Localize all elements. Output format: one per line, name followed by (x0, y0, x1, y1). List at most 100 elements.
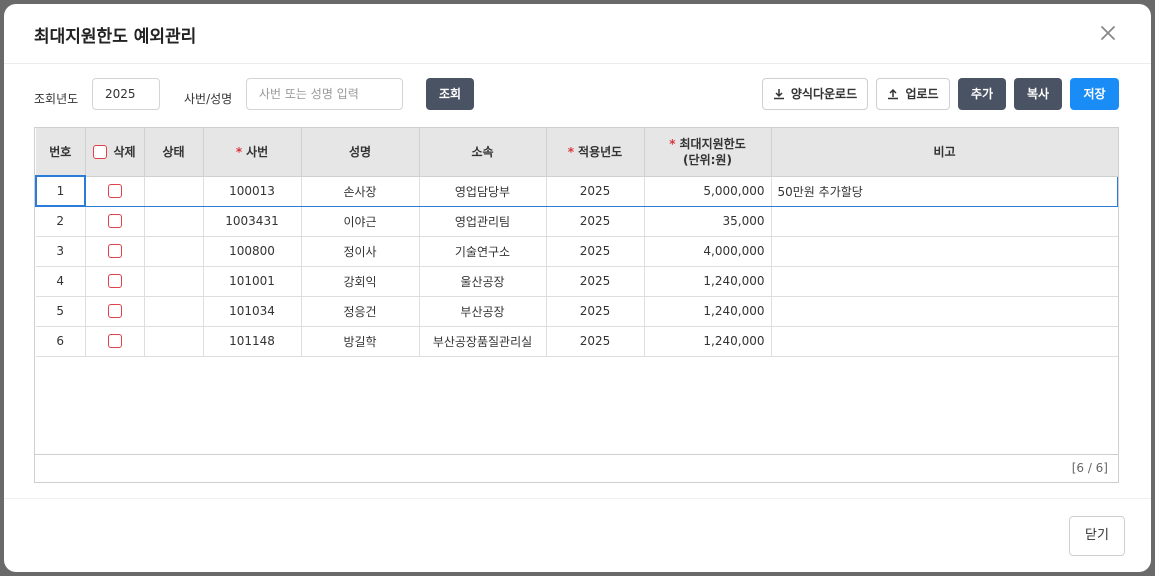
exception-modal: 최대지원한도 예외관리 조회년도 사번/성명 조회 양식다운로드 업로드 추가 … (4, 4, 1151, 572)
row-delete-checkbox[interactable] (107, 214, 122, 229)
cell-status[interactable] (144, 326, 204, 357)
cell-note[interactable] (771, 296, 1118, 327)
cell-delete[interactable] (85, 266, 145, 297)
cell-name[interactable]: 정응건 (301, 296, 420, 327)
cell-year[interactable]: 2025 (546, 296, 645, 327)
cell-limit[interactable]: 4,000,000 (644, 236, 772, 267)
cell-delete[interactable] (85, 236, 145, 267)
close-icon[interactable] (1095, 20, 1121, 46)
cell-no[interactable]: 6 (36, 326, 86, 357)
table-row[interactable]: 1 100013 손사장 영업담당부 2025 5,000,000 50만원 추… (35, 175, 1118, 207)
cell-no[interactable]: 2 (36, 206, 86, 237)
table-row[interactable]: 6 101148 방길학 부산공장품질관리실 2025 1,240,000 (36, 326, 1118, 357)
cell-name[interactable]: 이야근 (301, 206, 420, 237)
cell-dept[interactable]: 부산공장 (419, 296, 547, 327)
cell-note[interactable] (771, 236, 1118, 267)
exception-grid: 번호 삭제 상태 * 사번 성명 소속 * 적용년도 * 최대지원한도 (단위:… (34, 127, 1119, 483)
upload-button[interactable]: 업로드 (876, 78, 950, 110)
cell-year[interactable]: 2025 (546, 206, 645, 237)
cell-emp-no[interactable]: 1003431 (203, 206, 302, 237)
cell-dept[interactable]: 기술연구소 (419, 236, 547, 267)
year-label: 조회년도 (34, 92, 79, 106)
cell-name[interactable]: 방길학 (301, 326, 420, 357)
cell-delete[interactable] (85, 326, 145, 357)
cell-status[interactable] (144, 296, 204, 327)
required-mark: * (567, 144, 575, 159)
modal-title: 최대지원한도 예외관리 (34, 27, 197, 47)
row-delete-checkbox[interactable] (107, 334, 122, 349)
cell-status[interactable] (144, 266, 204, 297)
save-button[interactable]: 저장 (1070, 78, 1119, 110)
row-delete-checkbox[interactable] (107, 304, 122, 319)
cell-delete[interactable] (85, 206, 145, 237)
cell-note[interactable]: 50만원 추가할당 (771, 175, 1118, 207)
employee-label: 사번/성명 (184, 92, 233, 106)
close-button[interactable]: 닫기 (1069, 516, 1125, 556)
cell-name[interactable]: 정이사 (301, 236, 420, 267)
cell-emp-no[interactable]: 100800 (203, 236, 302, 267)
cell-no[interactable]: 5 (36, 296, 86, 327)
cell-limit[interactable]: 1,240,000 (644, 266, 772, 297)
table-row[interactable]: 3 100800 정이사 기술연구소 2025 4,000,000 (36, 236, 1118, 267)
select-all-checkbox[interactable] (93, 144, 108, 159)
upload-icon (888, 88, 899, 100)
add-button[interactable]: 추가 (958, 78, 1006, 110)
col-header-apply-year-label: 적용년도 (578, 144, 623, 159)
cell-limit[interactable]: 1,240,000 (644, 326, 772, 357)
cell-dept[interactable]: 영업관리팀 (419, 206, 547, 237)
table-row[interactable]: 4 101001 강회익 울산공장 2025 1,240,000 (36, 266, 1118, 297)
col-header-max-limit-unit: (단위:원) (683, 152, 732, 167)
cell-year[interactable]: 2025 (546, 175, 645, 207)
cell-name[interactable]: 손사장 (301, 175, 420, 207)
cell-emp-no[interactable]: 100013 (203, 175, 302, 207)
col-header-dept: 소속 (419, 128, 547, 177)
copy-button[interactable]: 복사 (1014, 78, 1062, 110)
cell-year[interactable]: 2025 (546, 236, 645, 267)
cell-name[interactable]: 강회익 (301, 266, 420, 297)
cell-note[interactable] (771, 326, 1118, 357)
exception-table: 번호 삭제 상태 * 사번 성명 소속 * 적용년도 * 최대지원한도 (단위:… (35, 128, 1118, 357)
template-download-button[interactable]: 양식다운로드 (762, 78, 868, 110)
cell-year[interactable]: 2025 (546, 266, 645, 297)
col-header-name: 성명 (301, 128, 420, 177)
cell-status[interactable] (144, 236, 204, 267)
cell-emp-no[interactable]: 101034 (203, 296, 302, 327)
cell-note[interactable] (771, 266, 1118, 297)
cell-status[interactable] (144, 175, 204, 207)
template-download-label: 양식다운로드 (790, 87, 858, 101)
required-mark: * (235, 144, 243, 159)
cell-delete[interactable] (85, 175, 145, 207)
table-row[interactable]: 2 1003431 이야근 영업관리팀 2025 35,000 (36, 206, 1118, 237)
cell-limit[interactable]: 35,000 (644, 206, 772, 237)
cell-emp-no[interactable]: 101148 (203, 326, 302, 357)
row-delete-checkbox[interactable] (107, 274, 122, 289)
cell-emp-no[interactable]: 101001 (203, 266, 302, 297)
col-header-status: 상태 (144, 128, 204, 177)
cell-dept[interactable]: 울산공장 (419, 266, 547, 297)
year-input[interactable] (92, 78, 160, 110)
required-mark: * (669, 136, 676, 151)
cell-no[interactable]: 1 (35, 175, 86, 207)
cell-limit[interactable]: 1,240,000 (644, 296, 772, 327)
search-button[interactable]: 조회 (426, 78, 474, 110)
search-bar: 조회년도 사번/성명 조회 양식다운로드 업로드 추가 복사 저장 (4, 78, 1151, 114)
cell-status[interactable] (144, 206, 204, 237)
cell-dept[interactable]: 영업담당부 (419, 175, 547, 207)
footer-divider (4, 498, 1151, 499)
cell-limit[interactable]: 5,000,000 (644, 175, 772, 207)
col-header-note: 비고 (771, 128, 1118, 177)
row-delete-checkbox[interactable] (107, 184, 122, 199)
cell-year[interactable]: 2025 (546, 326, 645, 357)
cell-note[interactable] (771, 206, 1118, 237)
col-header-emp-no: * 사번 (203, 128, 302, 177)
modal-header: 최대지원한도 예외관리 (4, 4, 1151, 64)
employee-search-input[interactable] (246, 78, 403, 110)
col-header-delete[interactable]: 삭제 (85, 128, 145, 177)
cell-no[interactable]: 4 (36, 266, 86, 297)
download-icon (773, 89, 784, 100)
table-row[interactable]: 5 101034 정응건 부산공장 2025 1,240,000 (36, 296, 1118, 327)
cell-delete[interactable] (85, 296, 145, 327)
row-delete-checkbox[interactable] (107, 244, 122, 259)
cell-dept[interactable]: 부산공장품질관리실 (419, 326, 547, 357)
cell-no[interactable]: 3 (36, 236, 86, 267)
